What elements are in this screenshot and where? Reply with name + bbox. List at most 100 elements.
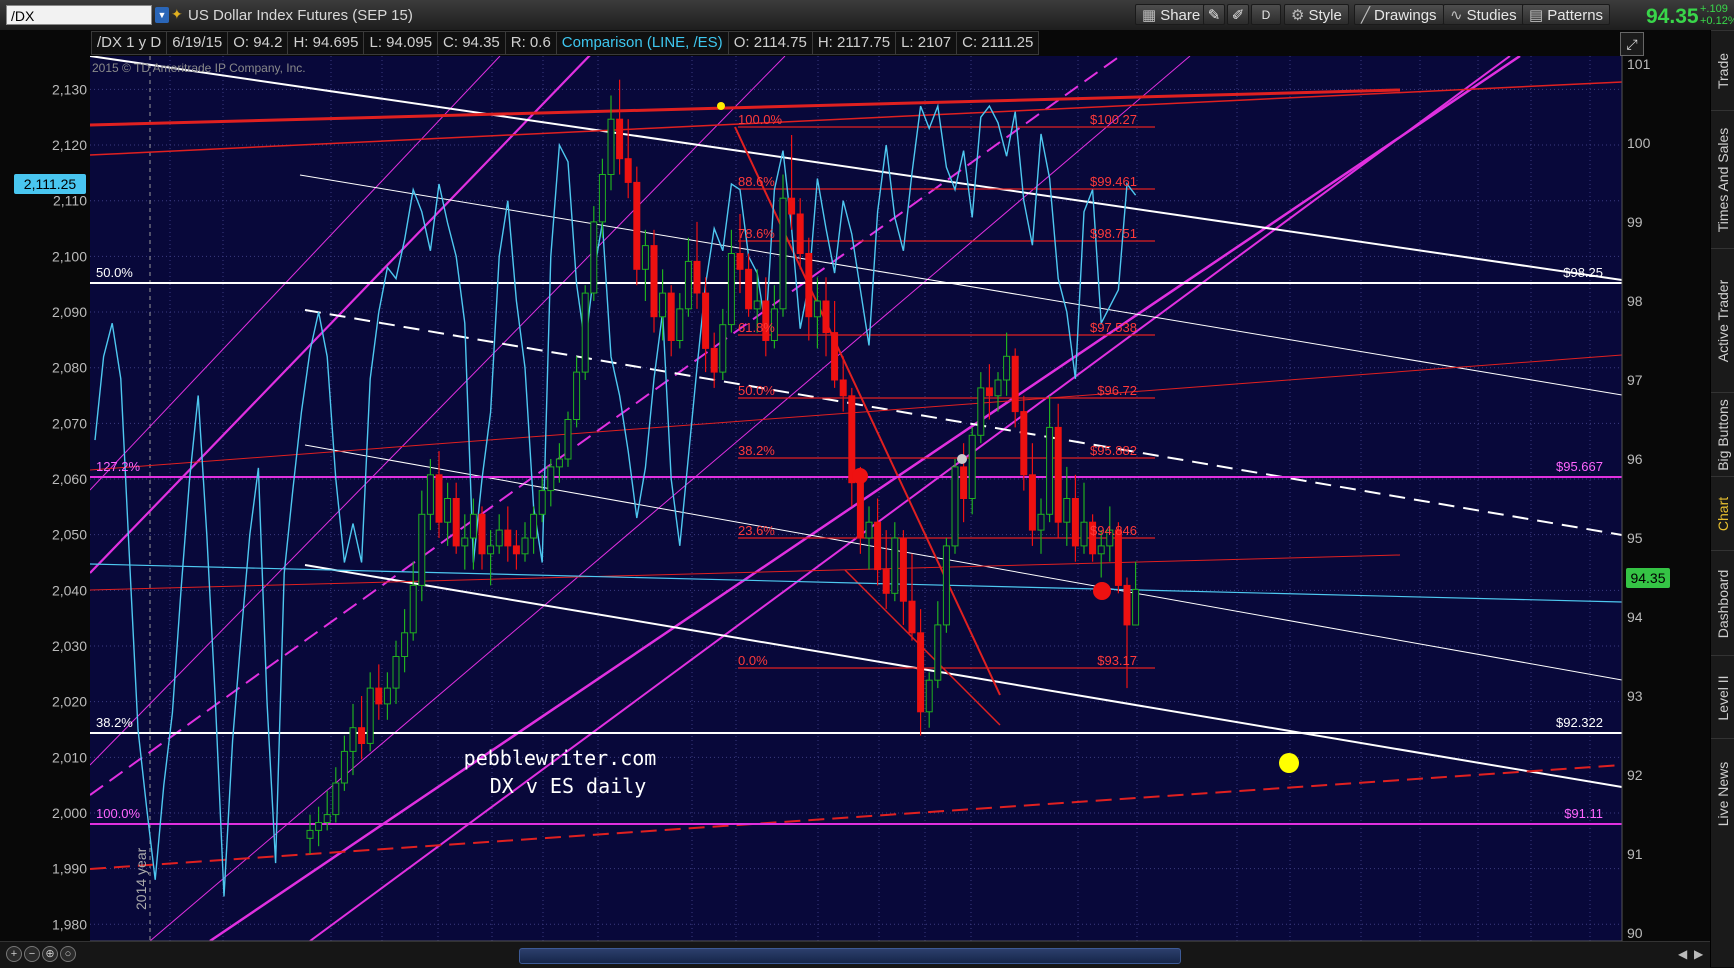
- right-axis-tick: 91: [1627, 846, 1643, 862]
- watermark-site: pebblewriter.com: [464, 746, 657, 770]
- star-icon[interactable]: ✦: [171, 6, 183, 23]
- candle-body: [598, 174, 606, 223]
- zoom-fit-icon[interactable]: ⊕: [42, 946, 58, 962]
- side-tab-level-ii[interactable]: Level II: [1711, 655, 1734, 739]
- candle-body: [1097, 545, 1105, 555]
- candle-body: [555, 458, 563, 468]
- right-axis-tick: 93: [1627, 688, 1643, 704]
- zoom-out-icon[interactable]: −: [24, 946, 40, 962]
- left-axis-tick: 2,110: [53, 193, 87, 209]
- style-button[interactable]: ⚙ Style: [1284, 4, 1349, 25]
- symbol-input[interactable]: /DX: [6, 5, 152, 25]
- candle-body: [461, 537, 469, 547]
- studies-button[interactable]: ∿ Studies: [1443, 4, 1524, 25]
- right-axis-tick: 100: [1627, 135, 1651, 151]
- price-chart[interactable]: 50.0% $98.25 127.2% $95.667 38.2% $92.322 100.…: [0, 30, 1710, 941]
- studies-label: Studies: [1466, 7, 1517, 24]
- style-icon: ⚙: [1291, 7, 1305, 24]
- candle-body: [512, 545, 520, 555]
- zoom-in-icon[interactable]: +: [6, 946, 22, 962]
- candle-body: [1046, 426, 1054, 515]
- drawing-tools-icon[interactable]: ✎: [1203, 4, 1225, 25]
- share-button[interactable]: ▦ Share: [1135, 4, 1208, 25]
- side-tab-big-buttons[interactable]: Big Buttons: [1711, 392, 1734, 477]
- candle-body: [745, 268, 753, 310]
- right-axis-tick: 97: [1627, 372, 1643, 388]
- right-axis-tick: 98: [1627, 293, 1643, 309]
- candle-body: [813, 300, 821, 318]
- patterns-icon: ▤: [1529, 7, 1544, 24]
- left-axis-tick: 2,120: [52, 137, 87, 153]
- side-tab-label: Times And Sales: [1715, 127, 1731, 233]
- right-axis-tick: 101: [1627, 56, 1651, 72]
- pencil-icon[interactable]: ✐: [1227, 4, 1249, 25]
- es-last-label: 2,111.25: [24, 176, 77, 192]
- side-tab-live-news[interactable]: Live News: [1711, 738, 1734, 849]
- red-marker: [1093, 582, 1111, 600]
- time-scrollbar[interactable]: [519, 948, 1181, 964]
- candle-body: [1123, 584, 1131, 626]
- patterns-button[interactable]: ▤ Patterns: [1522, 4, 1611, 25]
- side-tab-label: Level II: [1715, 674, 1731, 721]
- zoom-reset-icon[interactable]: ○: [60, 946, 76, 962]
- level-price-label: $95.667: [1556, 459, 1603, 474]
- fib-percent-label: 38.2%: [738, 443, 775, 458]
- info-bar: /DX 1 y D 6/19/15 O: 94.2 H: 94.695 L: 9…: [91, 31, 1040, 55]
- candle-body: [1132, 588, 1140, 626]
- candle-body: [495, 529, 503, 547]
- style-label: Style: [1308, 7, 1342, 24]
- info-high: H: 94.695: [288, 31, 365, 55]
- side-tab-trade[interactable]: Trade: [1711, 30, 1734, 111]
- info-symbol-period[interactable]: /DX 1 y D: [91, 31, 168, 55]
- symbol-dropdown-icon[interactable]: ▼: [155, 7, 169, 23]
- drawings-button[interactable]: ╱ Drawings: [1354, 4, 1444, 25]
- drawings-label: Drawings: [1374, 7, 1437, 24]
- candle-body: [874, 521, 882, 571]
- side-tab-times-and-sales[interactable]: Times And Sales: [1711, 110, 1734, 249]
- candle-body: [977, 387, 985, 436]
- fib-percent-label: 61.8%: [738, 320, 775, 335]
- scroll-right-icon[interactable]: ▶: [1694, 947, 1703, 961]
- gray-marker: [957, 454, 967, 464]
- fib-percent-label: 0.0%: [738, 653, 768, 668]
- left-axis-tick: 2,090: [52, 304, 87, 320]
- candle-body: [418, 513, 426, 586]
- candle-body: [779, 197, 787, 310]
- side-tab-label: Active Trader: [1715, 279, 1731, 363]
- left-axis-tick: 2,060: [52, 471, 87, 487]
- side-tab-dashboard[interactable]: Dashboard: [1711, 550, 1734, 656]
- side-tab-chart[interactable]: Chart: [1711, 476, 1734, 551]
- side-tab-active-trader[interactable]: Active Trader: [1711, 248, 1734, 393]
- candle-body: [1080, 521, 1088, 547]
- year-label: 2014 year: [133, 847, 149, 910]
- side-tabs: Trade Times And Sales Active Trader Big But…: [1710, 30, 1734, 967]
- candle-body: [899, 537, 907, 602]
- left-axis-tick: 1,990: [52, 861, 87, 877]
- info-comparison[interactable]: Comparison (LINE, /ES): [556, 31, 729, 55]
- candle-body: [538, 490, 546, 515]
- candle-body: [710, 347, 718, 373]
- fib-percent-label: 23.6%: [738, 523, 775, 538]
- candle-body: [650, 245, 658, 318]
- candle-body: [719, 324, 727, 373]
- candle-body: [478, 513, 486, 555]
- candle-body: [1071, 498, 1079, 547]
- bottom-bar: + − ⊕ ○ ◀ ▶: [0, 941, 1710, 968]
- copyright-text: 2015 © TD Ameritrade IP Company, Inc.: [92, 61, 306, 75]
- level-price-label: $98.25: [1563, 265, 1603, 280]
- candle-body: [624, 158, 632, 183]
- candle-body: [1020, 411, 1028, 476]
- candle-body: [693, 260, 701, 294]
- candle-body: [504, 529, 512, 547]
- left-axis-tick: 2,000: [52, 805, 87, 821]
- fib-price-label: $94.846: [1090, 523, 1137, 538]
- candle-body: [435, 474, 443, 523]
- chart-settings-icon[interactable]: ⤢: [1620, 32, 1644, 56]
- aggregation-badge[interactable]: D: [1251, 4, 1281, 25]
- info-range: R: 0.6: [505, 31, 557, 55]
- candle-body: [839, 379, 847, 397]
- scroll-left-icon[interactable]: ◀: [1678, 947, 1687, 961]
- candle-body: [349, 727, 357, 752]
- candle-body: [848, 395, 856, 484]
- left-axis-tick: 1,980: [52, 916, 87, 932]
